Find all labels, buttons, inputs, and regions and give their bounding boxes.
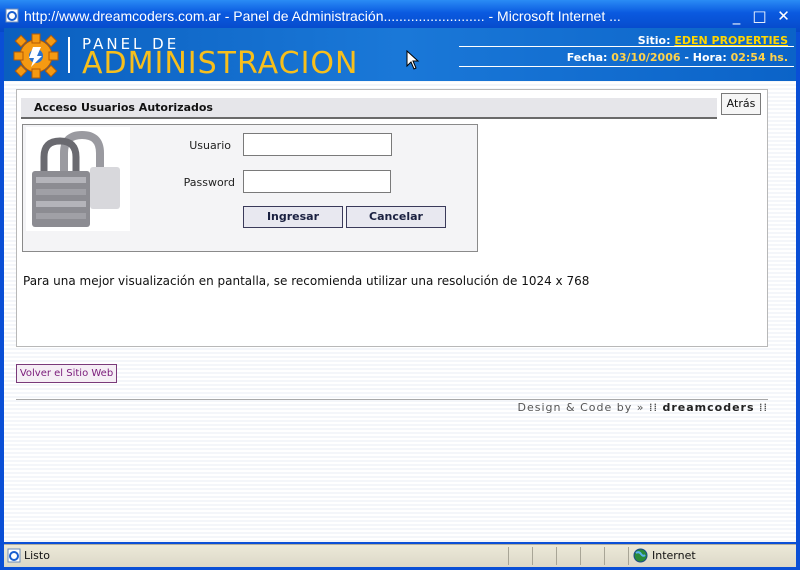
back-button[interactable]: Atrás	[721, 93, 761, 115]
volver-sitio-button[interactable]: Volver el Sitio Web	[16, 364, 117, 383]
password-label: Password	[183, 176, 235, 189]
date-time-info: Fecha: 03/10/2006 - Hora: 02:54 hs.	[567, 51, 788, 64]
footer-divider	[16, 399, 768, 400]
status-text: Listo	[24, 549, 50, 562]
status-divider	[556, 547, 557, 565]
maximize-button[interactable]: □	[751, 8, 768, 25]
admin-header: PANEL DE ADMINISTRACION Sitio: EDEN PROP…	[4, 28, 796, 81]
minimize-button[interactable]: _	[728, 8, 745, 25]
page-status-icon	[7, 548, 21, 563]
close-button[interactable]: ✕	[775, 8, 792, 25]
login-form: Usuario Password Ingresar Cancelar	[22, 124, 478, 252]
password-input[interactable]	[243, 170, 391, 193]
site-info: Sitio: EDEN PROPERTIES	[638, 34, 788, 47]
status-bar: Listo Internet	[4, 544, 796, 567]
usuario-label: Usuario	[189, 139, 231, 152]
page-area: PANEL DE ADMINISTRACION Sitio: EDEN PROP…	[4, 28, 796, 542]
grid-dots-icon: ⁞⁞	[648, 401, 658, 414]
credit-text: Design & Code by »	[517, 401, 645, 414]
header-rule-bottom	[459, 66, 794, 67]
window-title: http://www.dreamcoders.com.ar - Panel de…	[24, 8, 621, 24]
gear-logo-icon	[13, 33, 59, 79]
status-divider	[508, 547, 509, 565]
usuario-input[interactable]	[243, 133, 392, 156]
browser-window: http://www.dreamcoders.com.ar - Panel de…	[0, 0, 800, 570]
login-panel: Acceso Usuarios Autorizados Atrás Usuari…	[16, 89, 768, 347]
cancelar-button[interactable]: Cancelar	[346, 206, 446, 228]
time-value: 02:54 hs.	[730, 51, 788, 64]
site-link[interactable]: EDEN PROPERTIES	[674, 34, 788, 47]
status-divider	[604, 547, 605, 565]
brand-name[interactable]: dreamcoders	[662, 401, 754, 414]
date-label: Fecha:	[566, 51, 608, 64]
footer-credit: Design & Code by » ⁞⁞ dreamcoders ⁞⁞	[518, 401, 768, 414]
padlock-icon	[26, 127, 130, 231]
status-divider	[628, 547, 629, 565]
zone-text: Internet	[652, 549, 696, 562]
mouse-cursor-icon	[406, 50, 420, 70]
ie-page-icon	[5, 8, 19, 23]
ingresar-button[interactable]: Ingresar	[243, 206, 343, 228]
panel-title: Acceso Usuarios Autorizados	[34, 101, 213, 114]
status-divider	[580, 547, 581, 565]
date-value: 03/10/2006	[611, 51, 681, 64]
status-divider	[532, 547, 533, 565]
globe-icon	[633, 548, 648, 563]
panel-title-bar: Acceso Usuarios Autorizados	[21, 98, 717, 119]
logo-title: ADMINISTRACION	[82, 46, 359, 81]
site-label: Sitio:	[637, 34, 671, 47]
grid-dots-end-icon: ⁞⁞	[759, 401, 768, 414]
content-area: Acceso Usuarios Autorizados Atrás Usuari…	[4, 81, 796, 542]
logo-divider	[68, 37, 70, 73]
time-label: - Hora:	[684, 51, 727, 64]
resolution-note: Para una mejor visualización en pantalla…	[23, 274, 590, 288]
